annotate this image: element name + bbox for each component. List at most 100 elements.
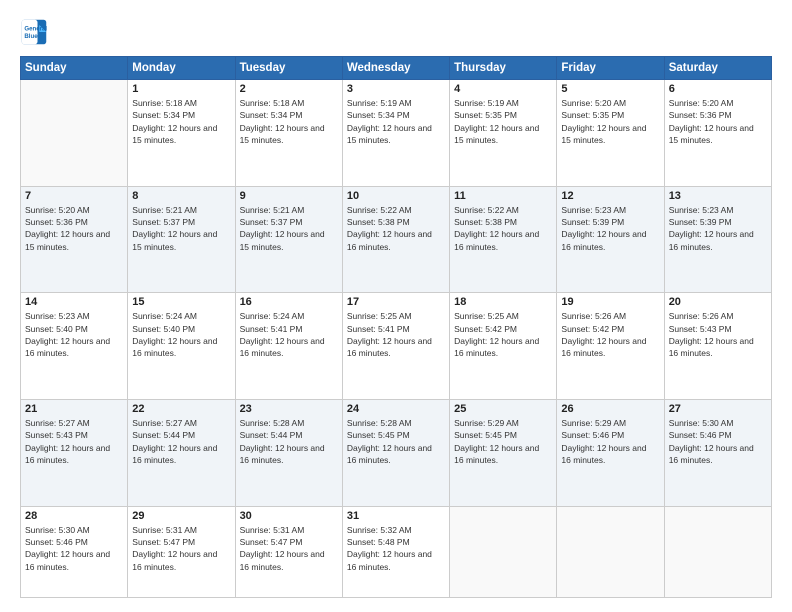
day-cell	[21, 80, 128, 187]
day-cell: 19 Sunrise: 5:26 AMSunset: 5:42 PMDayligh…	[557, 293, 664, 400]
day-cell: 15 Sunrise: 5:24 AMSunset: 5:40 PMDayligh…	[128, 293, 235, 400]
day-cell: 13Sunrise: 5:23 AMSunset: 5:39 PMDayligh…	[664, 186, 771, 293]
day-info: Sunrise: 5:31 AMSunset: 5:47 PMDaylight:…	[240, 524, 338, 573]
day-info: Sunrise: 5:27 AMSunset: 5:43 PMDaylight:…	[25, 417, 123, 466]
day-number: 21	[25, 403, 123, 415]
day-info: Sunrise: 5:19 AMSunset: 5:35 PMDaylight:…	[454, 97, 552, 146]
weekday-header-friday: Friday	[557, 57, 664, 80]
weekday-header-thursday: Thursday	[450, 57, 557, 80]
day-info: Sunrise: 5:30 AMSunset: 5:46 PMDaylight:…	[669, 417, 767, 466]
day-number: 8	[132, 190, 230, 202]
day-number: 6	[669, 83, 767, 95]
day-cell: 9 Sunrise: 5:21 AMSunset: 5:37 PMDaylight…	[235, 186, 342, 293]
weekday-header-saturday: Saturday	[664, 57, 771, 80]
day-cell	[557, 506, 664, 597]
day-info: Sunrise: 5:30 AMSunset: 5:46 PMDaylight:…	[25, 524, 123, 573]
week-row-1: 1 Sunrise: 5:18 AMSunset: 5:34 PMDaylight…	[21, 80, 772, 187]
day-cell: 5Sunrise: 5:20 AMSunset: 5:35 PMDaylight…	[557, 80, 664, 187]
day-info: Sunrise: 5:24 AMSunset: 5:41 PMDaylight:…	[240, 310, 338, 359]
day-info: Sunrise: 5:26 AMSunset: 5:42 PMDaylight:…	[561, 310, 659, 359]
day-number: 3	[347, 83, 445, 95]
svg-text:Blue: Blue	[24, 33, 38, 40]
day-cell: 8 Sunrise: 5:21 AMSunset: 5:37 PMDaylight…	[128, 186, 235, 293]
week-row-5: 28 Sunrise: 5:30 AMSunset: 5:46 PMDayligh…	[21, 506, 772, 597]
day-info: Sunrise: 5:24 AMSunset: 5:40 PMDaylight:…	[132, 310, 230, 359]
day-number: 18	[454, 296, 552, 308]
day-number: 1	[132, 83, 230, 95]
day-cell: 4 Sunrise: 5:19 AMSunset: 5:35 PMDaylight…	[450, 80, 557, 187]
day-number: 12	[561, 190, 659, 202]
day-info: Sunrise: 5:19 AMSunset: 5:34 PMDaylight:…	[347, 97, 445, 146]
weekday-header-row: SundayMondayTuesdayWednesdayThursdayFrid…	[21, 57, 772, 80]
day-info: Sunrise: 5:22 AMSunset: 5:38 PMDaylight:…	[454, 204, 552, 253]
day-number: 29	[132, 510, 230, 522]
logo-icon: General Blue	[20, 18, 48, 46]
day-info: Sunrise: 5:18 AMSunset: 5:34 PMDaylight:…	[240, 97, 338, 146]
weekday-header-monday: Monday	[128, 57, 235, 80]
day-cell	[664, 506, 771, 597]
day-cell: 6Sunrise: 5:20 AMSunset: 5:36 PMDaylight…	[664, 80, 771, 187]
day-number: 31	[347, 510, 445, 522]
day-info: Sunrise: 5:25 AMSunset: 5:42 PMDaylight:…	[454, 310, 552, 359]
week-row-4: 21 Sunrise: 5:27 AMSunset: 5:43 PMDayligh…	[21, 399, 772, 506]
day-number: 4	[454, 83, 552, 95]
day-cell: 28 Sunrise: 5:30 AMSunset: 5:46 PMDayligh…	[21, 506, 128, 597]
day-cell: 14 Sunrise: 5:23 AMSunset: 5:40 PMDayligh…	[21, 293, 128, 400]
day-cell: 24 Sunrise: 5:28 AMSunset: 5:45 PMDayligh…	[342, 399, 449, 506]
day-cell: 31 Sunrise: 5:32 AMSunset: 5:48 PMDayligh…	[342, 506, 449, 597]
day-number: 15	[132, 296, 230, 308]
day-cell: 22Sunrise: 5:27 AMSunset: 5:44 PMDayligh…	[128, 399, 235, 506]
day-cell: 27 Sunrise: 5:30 AMSunset: 5:46 PMDayligh…	[664, 399, 771, 506]
day-cell: 16 Sunrise: 5:24 AMSunset: 5:41 PMDayligh…	[235, 293, 342, 400]
day-number: 25	[454, 403, 552, 415]
day-number: 22	[132, 403, 230, 415]
day-cell: 30 Sunrise: 5:31 AMSunset: 5:47 PMDayligh…	[235, 506, 342, 597]
logo: General Blue	[20, 18, 48, 46]
week-row-3: 14 Sunrise: 5:23 AMSunset: 5:40 PMDayligh…	[21, 293, 772, 400]
day-info: Sunrise: 5:22 AMSunset: 5:38 PMDaylight:…	[347, 204, 445, 253]
weekday-header-sunday: Sunday	[21, 57, 128, 80]
day-number: 27	[669, 403, 767, 415]
day-cell: 11 Sunrise: 5:22 AMSunset: 5:38 PMDayligh…	[450, 186, 557, 293]
page: General Blue SundayMondayTuesdayWednesda…	[0, 0, 792, 612]
day-info: Sunrise: 5:23 AMSunset: 5:39 PMDaylight:…	[669, 204, 767, 253]
weekday-header-wednesday: Wednesday	[342, 57, 449, 80]
day-cell	[450, 506, 557, 597]
day-info: Sunrise: 5:18 AMSunset: 5:34 PMDaylight:…	[132, 97, 230, 146]
day-number: 2	[240, 83, 338, 95]
day-info: Sunrise: 5:28 AMSunset: 5:45 PMDaylight:…	[347, 417, 445, 466]
week-row-2: 7Sunrise: 5:20 AMSunset: 5:36 PMDaylight…	[21, 186, 772, 293]
day-number: 19	[561, 296, 659, 308]
day-cell: 1 Sunrise: 5:18 AMSunset: 5:34 PMDaylight…	[128, 80, 235, 187]
day-info: Sunrise: 5:20 AMSunset: 5:36 PMDaylight:…	[25, 204, 123, 253]
day-number: 20	[669, 296, 767, 308]
day-cell: 17Sunrise: 5:25 AMSunset: 5:41 PMDayligh…	[342, 293, 449, 400]
day-info: Sunrise: 5:21 AMSunset: 5:37 PMDaylight:…	[132, 204, 230, 253]
day-cell: 23 Sunrise: 5:28 AMSunset: 5:44 PMDayligh…	[235, 399, 342, 506]
day-info: Sunrise: 5:21 AMSunset: 5:37 PMDaylight:…	[240, 204, 338, 253]
day-number: 9	[240, 190, 338, 202]
day-number: 14	[25, 296, 123, 308]
day-cell: 2 Sunrise: 5:18 AMSunset: 5:34 PMDaylight…	[235, 80, 342, 187]
day-info: Sunrise: 5:23 AMSunset: 5:39 PMDaylight:…	[561, 204, 659, 253]
day-info: Sunrise: 5:28 AMSunset: 5:44 PMDaylight:…	[240, 417, 338, 466]
day-cell: 7Sunrise: 5:20 AMSunset: 5:36 PMDaylight…	[21, 186, 128, 293]
day-number: 5	[561, 83, 659, 95]
day-number: 17	[347, 296, 445, 308]
day-number: 30	[240, 510, 338, 522]
day-cell: 3 Sunrise: 5:19 AMSunset: 5:34 PMDaylight…	[342, 80, 449, 187]
day-number: 11	[454, 190, 552, 202]
weekday-header-tuesday: Tuesday	[235, 57, 342, 80]
day-number: 24	[347, 403, 445, 415]
day-number: 16	[240, 296, 338, 308]
day-info: Sunrise: 5:32 AMSunset: 5:48 PMDaylight:…	[347, 524, 445, 573]
day-info: Sunrise: 5:26 AMSunset: 5:43 PMDaylight:…	[669, 310, 767, 359]
day-number: 28	[25, 510, 123, 522]
svg-text:General: General	[24, 25, 47, 32]
header: General Blue	[20, 18, 772, 46]
day-cell: 18 Sunrise: 5:25 AMSunset: 5:42 PMDayligh…	[450, 293, 557, 400]
day-number: 10	[347, 190, 445, 202]
day-cell: 10 Sunrise: 5:22 AMSunset: 5:38 PMDayligh…	[342, 186, 449, 293]
day-info: Sunrise: 5:23 AMSunset: 5:40 PMDaylight:…	[25, 310, 123, 359]
day-number: 23	[240, 403, 338, 415]
